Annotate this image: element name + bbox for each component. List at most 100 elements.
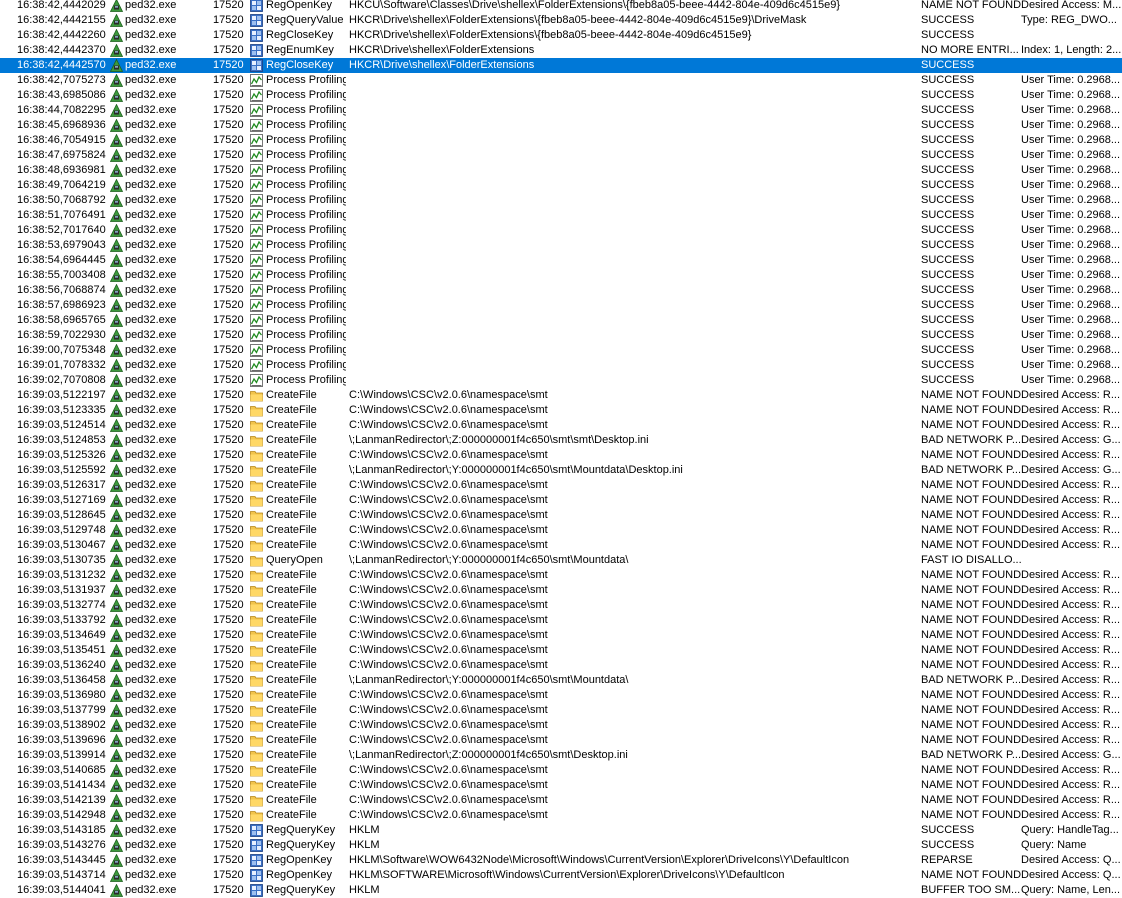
- detail-cell: Desired Access: G...: [1021, 749, 1121, 761]
- operation-cell: CreateFile: [250, 418, 346, 433]
- operation-cell: CreateFile: [250, 568, 346, 583]
- pid-cell: 17520: [213, 569, 244, 581]
- event-row[interactable]: 16:38:58,6965765 ped32.exe 17520 Process Pr…: [0, 313, 1122, 328]
- event-row[interactable]: 16:39:03,5124514 ped32.exe 17520 CreateFile…: [0, 418, 1122, 433]
- event-row[interactable]: 16:39:03,5141434 ped32.exe 17520 CreateFile…: [0, 778, 1122, 793]
- detail-cell: [1021, 28, 1122, 43]
- event-row[interactable]: 16:39:03,5124853 ped32.exe 17520 CreateFile…: [0, 433, 1122, 448]
- event-row[interactable]: 16:38:42,4442029 ped32.exe 17520 RegOpenKey…: [0, 0, 1122, 13]
- detail-cell: User Time: 0.2968...: [1021, 269, 1121, 281]
- detail-cell: Query: HandleTag...: [1021, 824, 1119, 836]
- event-row[interactable]: 16:39:03,5136458 ped32.exe 17520 CreateFile…: [0, 673, 1122, 688]
- process-cell: ped32.exe: [110, 208, 210, 223]
- path-cell: \;LanmanRedirector\;Y:000000001f4c650\sm…: [349, 674, 629, 686]
- event-row[interactable]: 16:39:03,5129748 ped32.exe 17520 CreateFile…: [0, 523, 1122, 538]
- event-row[interactable]: 16:39:03,5140685 ped32.exe 17520 CreateFile…: [0, 763, 1122, 778]
- event-row[interactable]: 16:39:03,5143276 ped32.exe 17520 RegQueryKe…: [0, 838, 1122, 853]
- process-cell: ped32.exe: [110, 808, 210, 823]
- time-cell: 16:38:59,7022930: [17, 329, 106, 341]
- event-row[interactable]: 16:38:44,7082295 ped32.exe 17520 Process Pr…: [0, 103, 1122, 118]
- event-row[interactable]: 16:39:03,5133792 ped32.exe 17520 CreateFile…: [0, 613, 1122, 628]
- process-cell: ped32.exe: [110, 583, 210, 598]
- event-row[interactable]: 16:39:03,5136240 ped32.exe 17520 CreateFile…: [0, 658, 1122, 673]
- event-row[interactable]: 16:38:46,7054915 ped32.exe 17520 Process Pr…: [0, 133, 1122, 148]
- event-row[interactable]: 16:38:49,7064219 ped32.exe 17520 Process Pr…: [0, 178, 1122, 193]
- event-row[interactable]: 16:38:42,4442260 ped32.exe 17520 RegCloseKe…: [0, 28, 1122, 43]
- event-row[interactable]: 16:39:03,5143445 ped32.exe 17520 RegOpenKey…: [0, 853, 1122, 868]
- event-row[interactable]: 16:39:03,5126317 ped32.exe 17520 CreateFile…: [0, 478, 1122, 493]
- event-row[interactable]: 16:38:42,7075273 ped32.exe 17520 Process Pr…: [0, 73, 1122, 88]
- time-cell: 16:39:03,5138902: [17, 719, 106, 731]
- event-row[interactable]: 16:38:52,7017640 ped32.exe 17520 Process Pr…: [0, 223, 1122, 238]
- detail-cell: Desired Access: Q...: [1021, 869, 1121, 881]
- event-row[interactable]: 16:39:03,5136980 ped32.exe 17520 CreateFile…: [0, 688, 1122, 703]
- event-row[interactable]: 16:38:57,6986923 ped32.exe 17520 Process Pr…: [0, 298, 1122, 313]
- event-row[interactable]: 16:39:03,5125326 ped32.exe 17520 CreateFile…: [0, 448, 1122, 463]
- event-row[interactable]: 16:39:03,5139696 ped32.exe 17520 CreateFile…: [0, 733, 1122, 748]
- event-row[interactable]: 16:39:03,5127169 ped32.exe 17520 CreateFile…: [0, 493, 1122, 508]
- event-row[interactable]: 16:38:59,7022930 ped32.exe 17520 Process Pr…: [0, 328, 1122, 343]
- event-row[interactable]: 16:38:54,6964445 ped32.exe 17520 Process Pr…: [0, 253, 1122, 268]
- event-row[interactable]: 16:39:00,7075348 ped32.exe 17520 Process Pr…: [0, 343, 1122, 358]
- time-cell: 16:38:54,6964445: [17, 254, 106, 266]
- time-cell: 16:38:43,6985086: [17, 89, 106, 101]
- event-row[interactable]: 16:38:48,6936981 ped32.exe 17520 Process Pr…: [0, 163, 1122, 178]
- event-row[interactable]: 16:39:01,7078332 ped32.exe 17520 Process Pr…: [0, 358, 1122, 373]
- event-row[interactable]: 16:38:42,4442570 ped32.exe 17520 RegCloseKe…: [0, 58, 1122, 73]
- event-row[interactable]: 16:39:03,5130467 ped32.exe 17520 CreateFile…: [0, 538, 1122, 553]
- result-cell: SUCCESS: [921, 179, 975, 191]
- event-row[interactable]: 16:39:03,5123335 ped32.exe 17520 CreateFile…: [0, 403, 1122, 418]
- operation-name: CreateFile: [266, 659, 317, 671]
- event-row[interactable]: 16:39:03,5134649 ped32.exe 17520 CreateFile…: [0, 628, 1122, 643]
- detail-cell: User Time: 0.2968...: [1021, 179, 1121, 191]
- event-row[interactable]: 16:39:03,5122197 ped32.exe 17520 CreateFile…: [0, 388, 1122, 403]
- detail-cell: Desired Access: R...: [1021, 809, 1121, 821]
- detail-cell: User Time: 0.2968...: [1021, 164, 1121, 176]
- event-row[interactable]: 16:39:03,5131232 ped32.exe 17520 CreateFile…: [0, 568, 1122, 583]
- event-row[interactable]: 16:38:42,4442155 ped32.exe 17520 RegQueryVa…: [0, 13, 1122, 28]
- event-row[interactable]: 16:38:43,6985086 ped32.exe 17520 Process Pr…: [0, 88, 1122, 103]
- event-row[interactable]: 16:38:56,7068874 ped32.exe 17520 Process Pr…: [0, 283, 1122, 298]
- result-cell: NAME NOT FOUND: [921, 404, 1021, 416]
- path-cell: \;LanmanRedirector\;Z:000000001f4c650\sm…: [349, 749, 628, 761]
- event-row[interactable]: 16:38:47,6975824 ped32.exe 17520 Process Pr…: [0, 148, 1122, 163]
- event-row[interactable]: 16:38:53,6979043 ped32.exe 17520 Process Pr…: [0, 238, 1122, 253]
- event-row[interactable]: 16:38:42,4442370 ped32.exe 17520 RegEnumKey…: [0, 43, 1122, 58]
- process-cell: ped32.exe: [110, 463, 210, 478]
- event-row[interactable]: 16:39:02,7070808 ped32.exe 17520 Process Pr…: [0, 373, 1122, 388]
- event-row[interactable]: 16:39:03,5138902 ped32.exe 17520 CreateFile…: [0, 718, 1122, 733]
- event-row[interactable]: 16:39:03,5143714 ped32.exe 17520 RegOpenKey…: [0, 868, 1122, 883]
- pid-cell: 17520: [213, 734, 244, 746]
- event-row[interactable]: 16:38:55,7003408 ped32.exe 17520 Process Pr…: [0, 268, 1122, 283]
- detail-cell: Desired Access: G...: [1021, 464, 1121, 476]
- event-row[interactable]: 16:39:03,5130735 ped32.exe 17520 QueryOpen \…: [0, 553, 1122, 568]
- pid-cell: 17520: [213, 329, 244, 341]
- event-row[interactable]: 16:38:51,7076491 ped32.exe 17520 Process Pr…: [0, 208, 1122, 223]
- event-list[interactable]: 16:38:42,4442029 ped32.exe 17520 RegOpenKey…: [0, 0, 1122, 898]
- result-cell: SUCCESS: [921, 254, 975, 266]
- event-row[interactable]: 16:39:03,5135451 ped32.exe 17520 CreateFile…: [0, 643, 1122, 658]
- detail-cell: User Time: 0.2968...: [1021, 149, 1121, 161]
- operation-name: Process Profiling: [266, 299, 346, 311]
- process-cell: ped32.exe: [110, 193, 210, 208]
- process-cell: ped32.exe: [110, 418, 210, 433]
- event-row[interactable]: 16:38:50,7068792 ped32.exe 17520 Process Pr…: [0, 193, 1122, 208]
- event-row[interactable]: 16:39:03,5131937 ped32.exe 17520 CreateFile…: [0, 583, 1122, 598]
- event-row[interactable]: 16:38:45,6968936 ped32.exe 17520 Process Pr…: [0, 118, 1122, 133]
- event-row[interactable]: 16:39:03,5142948 ped32.exe 17520 CreateFile…: [0, 808, 1122, 823]
- process-cell: ped32.exe: [110, 658, 210, 673]
- path-cell: HKCR\Drive\shellex\FolderExtensions: [349, 59, 535, 71]
- pid-cell: 17520: [213, 599, 244, 611]
- operation-cell: Process Profiling: [250, 193, 346, 208]
- detail-cell: Desired Access: R...: [1021, 779, 1121, 791]
- event-row[interactable]: 16:39:03,5139914 ped32.exe 17520 CreateFile…: [0, 748, 1122, 763]
- process-cell: ped32.exe: [110, 823, 210, 838]
- event-row[interactable]: 16:39:03,5137799 ped32.exe 17520 CreateFile…: [0, 703, 1122, 718]
- event-row[interactable]: 16:39:03,5143185 ped32.exe 17520 RegQueryKe…: [0, 823, 1122, 838]
- event-row[interactable]: 16:39:03,5125592 ped32.exe 17520 CreateFile…: [0, 463, 1122, 478]
- event-row[interactable]: 16:39:03,5132774 ped32.exe 17520 CreateFile…: [0, 598, 1122, 613]
- operation-cell: CreateFile: [250, 808, 346, 823]
- process-name: ped32.exe: [125, 614, 177, 626]
- event-row[interactable]: 16:39:03,5142139 ped32.exe 17520 CreateFile…: [0, 793, 1122, 808]
- event-row[interactable]: 16:39:03,5128645 ped32.exe 17520 CreateFile…: [0, 508, 1122, 523]
